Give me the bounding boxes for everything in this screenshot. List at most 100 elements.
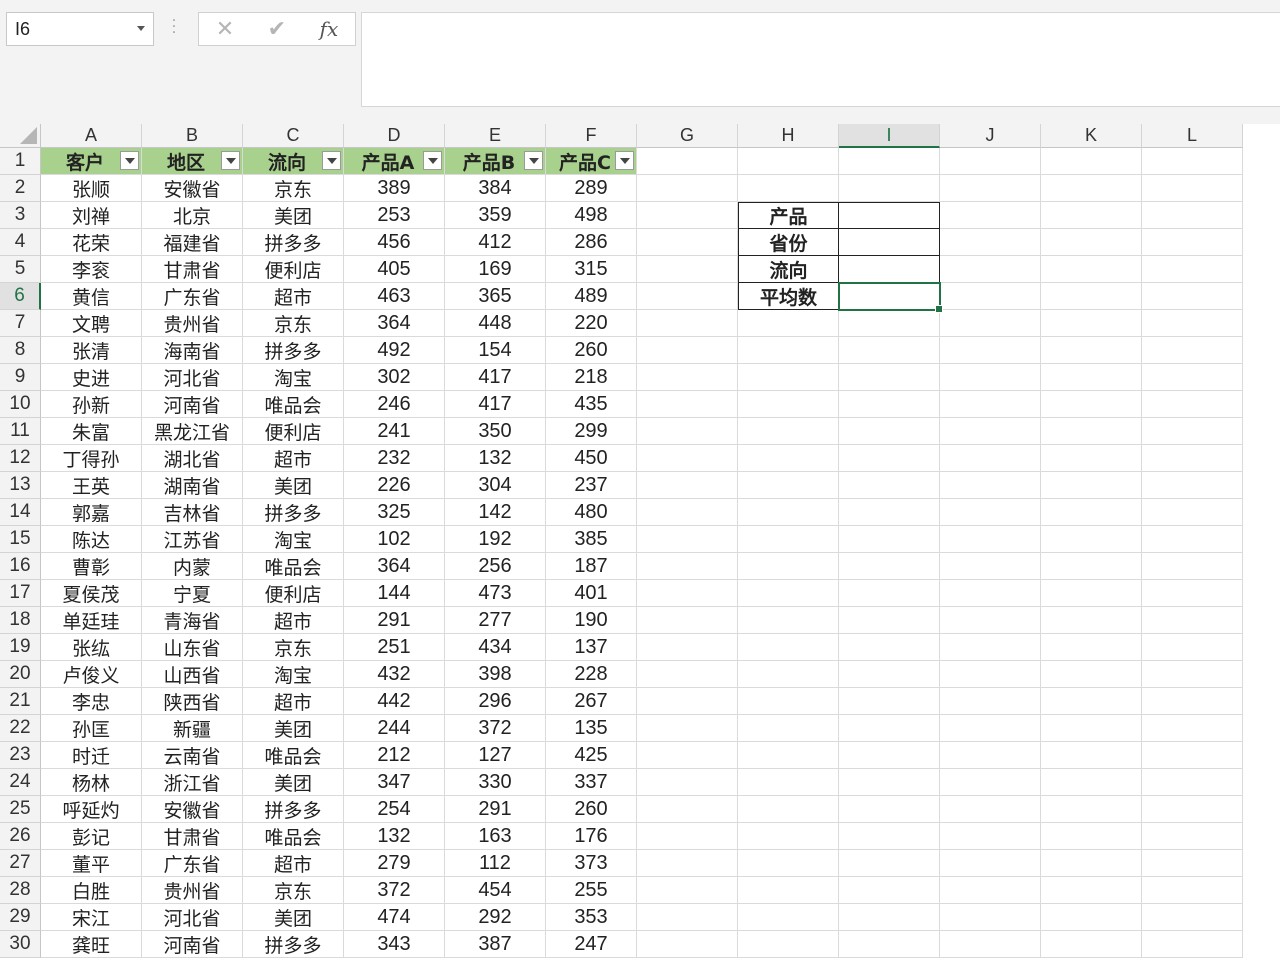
table-cell[interactable]: 拼多多 [243,229,344,256]
table-cell[interactable]: 279 [344,850,445,877]
cell[interactable] [738,364,839,391]
cell[interactable] [738,418,839,445]
row-header-19[interactable]: 19 [0,634,41,661]
table-cell[interactable]: 330 [445,769,546,796]
table-cell[interactable]: 296 [445,688,546,715]
table-cell[interactable]: 142 [445,499,546,526]
table-cell[interactable]: 时迁 [41,742,142,769]
table-cell[interactable]: 187 [546,553,637,580]
cell[interactable] [940,445,1041,472]
cell[interactable] [1142,526,1243,553]
cell[interactable] [1142,202,1243,229]
table-cell[interactable]: 甘肃省 [142,256,243,283]
table-cell[interactable]: 246 [344,391,445,418]
cell[interactable] [940,823,1041,850]
filter-dropdown-icon[interactable] [615,151,634,170]
row-header-28[interactable]: 28 [0,877,41,904]
row-header-11[interactable]: 11 [0,418,41,445]
table-cell[interactable]: 365 [445,283,546,310]
cell[interactable] [1142,445,1243,472]
table-cell[interactable]: 淘宝 [243,661,344,688]
cell[interactable] [1142,661,1243,688]
cell[interactable] [1041,499,1142,526]
cell[interactable] [738,823,839,850]
table-cell[interactable]: 孙匡 [41,715,142,742]
row-header-27[interactable]: 27 [0,850,41,877]
cell[interactable] [839,634,940,661]
table-cell[interactable]: 364 [344,553,445,580]
table-cell[interactable]: 贵州省 [142,877,243,904]
cell[interactable] [940,877,1041,904]
cell[interactable] [1041,418,1142,445]
cell[interactable] [1041,661,1142,688]
cell[interactable] [839,148,940,175]
cell[interactable] [940,931,1041,958]
table-cell[interactable]: 宁夏 [142,580,243,607]
row-header-9[interactable]: 9 [0,364,41,391]
table-cell[interactable]: 福建省 [142,229,243,256]
cell[interactable] [1041,283,1142,310]
cell[interactable] [940,472,1041,499]
cell[interactable] [738,877,839,904]
table-cell[interactable]: 226 [344,472,445,499]
cell[interactable] [637,283,738,310]
table-cell[interactable]: 拼多多 [243,931,344,958]
table-cell[interactable]: 广东省 [142,850,243,877]
table-cell[interactable]: 132 [445,445,546,472]
table-cell[interactable]: 陈达 [41,526,142,553]
cell[interactable] [1142,256,1243,283]
table-cell[interactable]: 163 [445,823,546,850]
cell[interactable] [1041,850,1142,877]
cell[interactable] [940,769,1041,796]
formula-input[interactable] [361,12,1280,107]
table-cell[interactable]: 花荣 [41,229,142,256]
cell[interactable] [738,310,839,337]
cell[interactable] [940,742,1041,769]
cell[interactable] [637,553,738,580]
cell[interactable] [940,553,1041,580]
cell[interactable] [738,553,839,580]
cell[interactable] [637,256,738,283]
table-cell[interactable]: 美团 [243,202,344,229]
table-cell[interactable]: 292 [445,904,546,931]
cell[interactable] [738,607,839,634]
cell[interactable] [1142,148,1243,175]
cell[interactable] [839,499,940,526]
column-header-b[interactable]: B [142,124,243,148]
cell[interactable] [738,634,839,661]
table-cell[interactable]: 孙新 [41,391,142,418]
cell[interactable] [738,661,839,688]
row-header-2[interactable]: 2 [0,175,41,202]
row-header-5[interactable]: 5 [0,256,41,283]
table-cell[interactable]: 呼延灼 [41,796,142,823]
table-cell[interactable]: 山东省 [142,634,243,661]
row-header-29[interactable]: 29 [0,904,41,931]
cell[interactable] [738,391,839,418]
table-cell[interactable]: 212 [344,742,445,769]
cell[interactable] [738,769,839,796]
column-header-g[interactable]: G [637,124,738,148]
table-cell[interactable]: 新疆 [142,715,243,742]
table-cell[interactable]: 单廷珪 [41,607,142,634]
table-cell[interactable]: 412 [445,229,546,256]
cell[interactable] [1142,391,1243,418]
table-cell[interactable]: 美团 [243,715,344,742]
table-cell[interactable]: 黄信 [41,283,142,310]
filter-dropdown-icon[interactable] [524,151,543,170]
table-cell[interactable]: 夏侯茂 [41,580,142,607]
table-cell[interactable]: 唯品会 [243,391,344,418]
cell[interactable] [839,337,940,364]
table-cell[interactable]: 董平 [41,850,142,877]
cell[interactable] [940,148,1041,175]
table-cell[interactable]: 169 [445,256,546,283]
cell[interactable] [940,715,1041,742]
cell[interactable] [940,661,1041,688]
table-header-cell[interactable]: 产品C [546,148,637,175]
table-cell[interactable]: 304 [445,472,546,499]
table-cell[interactable]: 卢俊义 [41,661,142,688]
table-cell[interactable]: 389 [344,175,445,202]
cell[interactable] [940,175,1041,202]
cell[interactable] [940,391,1041,418]
cell[interactable] [1041,229,1142,256]
cell[interactable] [1142,823,1243,850]
